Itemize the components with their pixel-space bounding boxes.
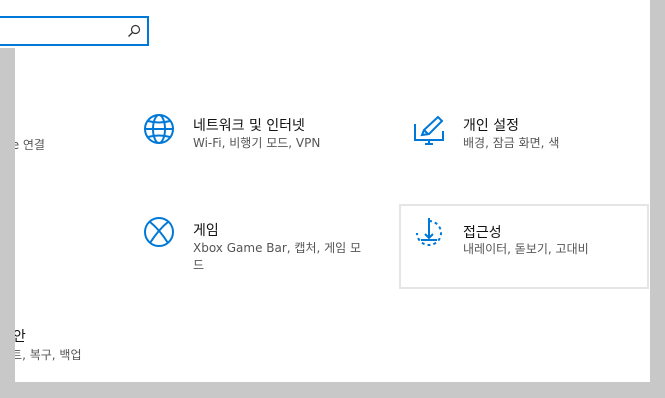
tile-network-internet[interactable]: 네트워크 및 인터넷 Wi-Fi, 비행기 모드, VPN (133, 108, 383, 170)
tile-title: 게임 (193, 223, 219, 239)
tile-title: 네트워크 및 인터넷 (193, 118, 305, 134)
search-input[interactable] (4, 22, 128, 42)
personalization-icon (414, 115, 444, 145)
tile-description: Xbox Game Bar, 캡처, 게임 모드 (193, 241, 362, 272)
tile-personalization[interactable]: 개인 설정 배경, 잠금 화면, 색 (400, 108, 646, 170)
tile-title: 개인 설정 (463, 118, 519, 134)
tile-title: 접근성 (463, 225, 502, 241)
accessibility-icon (416, 218, 442, 246)
settings-window: me 연결 ▌ 스 보안 이트, 복구, 백업 네트워크 및 인터넷 Wi-Fi… (0, 0, 650, 382)
search-box[interactable] (0, 16, 149, 46)
tile-description: Wi-Fi, 비행기 모드, VPN (193, 136, 321, 150)
globe-icon (144, 114, 174, 144)
tile-description: 배경, 잠금 화면, 색 (463, 136, 560, 150)
tile-gaming[interactable]: 게임 Xbox Game Bar, 캡처, 게임 모드 (133, 206, 383, 286)
tile-description: 내레이터, 돋보기, 고대비 (463, 242, 589, 256)
search-icon[interactable] (127, 24, 141, 38)
tile-accessibility[interactable]: 접근성 내레이터, 돋보기, 고대비 (399, 204, 649, 289)
window-edge-shade (0, 48, 15, 398)
xbox-icon (144, 217, 174, 247)
